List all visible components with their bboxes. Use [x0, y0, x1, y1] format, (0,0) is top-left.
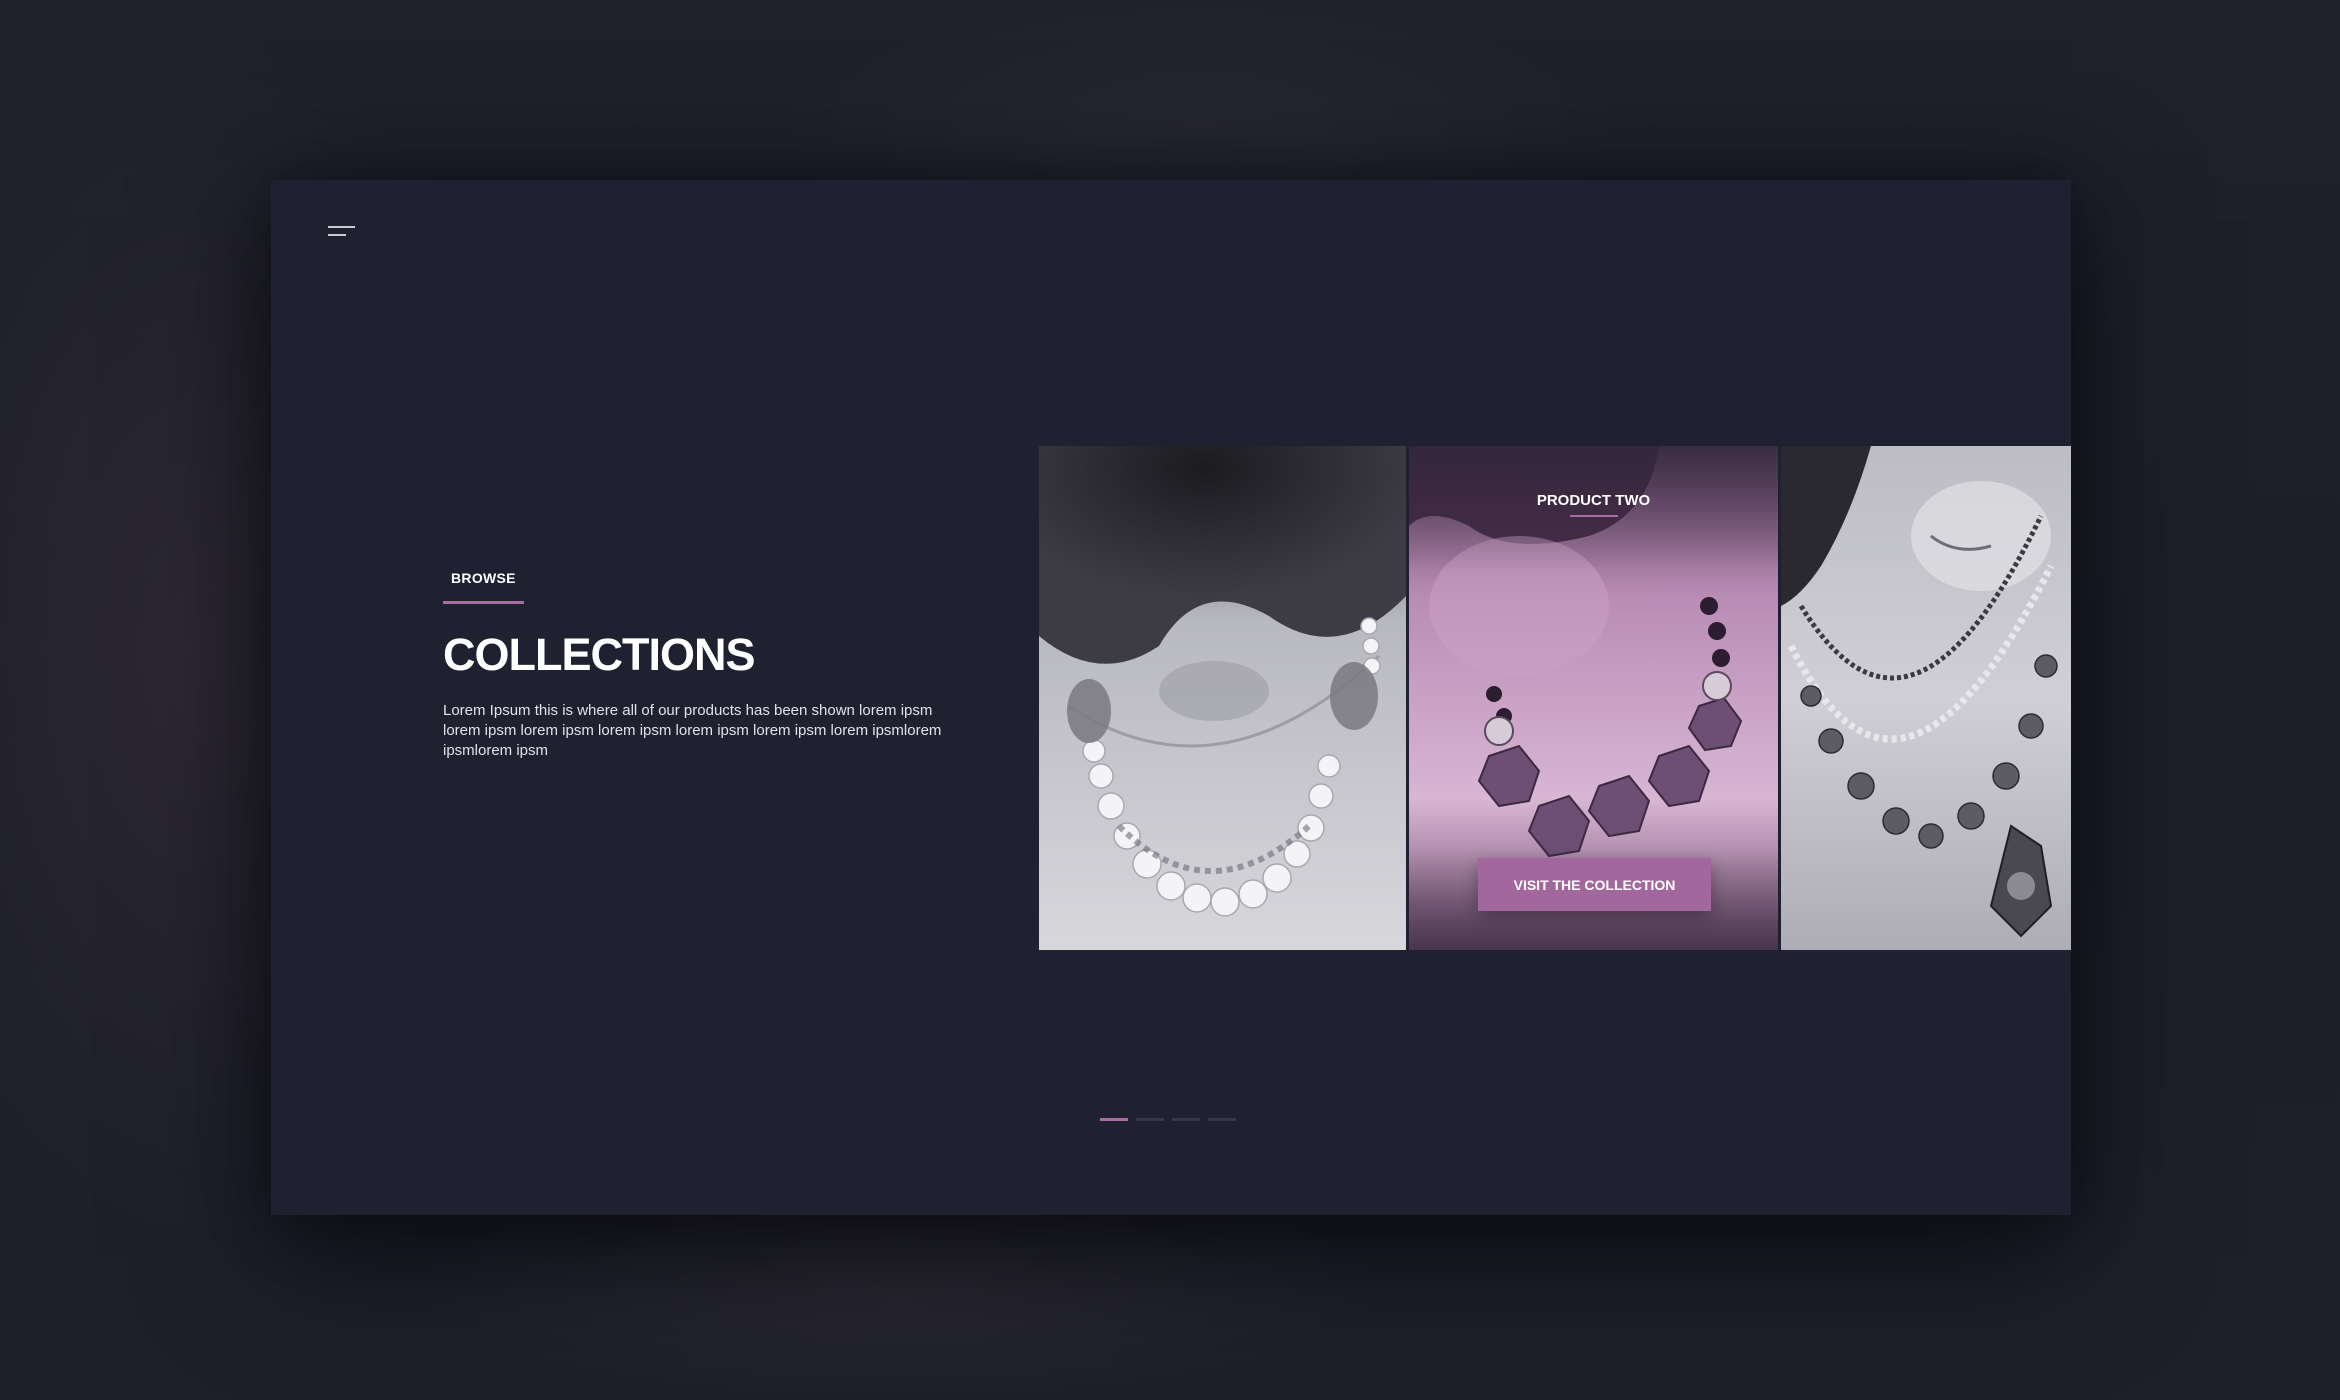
visit-collection-button[interactable]: VISIT THE COLLECTION — [1478, 858, 1711, 911]
browse-label: BROWSE — [443, 570, 524, 604]
main-card: BROWSE COLLECTIONS Lorem Ipsum this is w… — [271, 180, 2071, 1215]
product-three-image[interactable] — [1781, 446, 2071, 950]
hamburger-menu-icon[interactable] — [328, 223, 356, 241]
hero-description: Lorem Ipsum this is where all of our pro… — [443, 702, 942, 759]
pager-dot-3[interactable] — [1172, 1118, 1200, 1121]
slide-pager — [1100, 1118, 1236, 1121]
pager-dot-2[interactable] — [1136, 1118, 1164, 1121]
product-two-card[interactable]: PRODUCT TWO VISIT THE COLLECTION — [1409, 446, 1778, 950]
page-title: COLLECTIONS — [443, 629, 756, 680]
product-one-image[interactable] — [1039, 446, 1406, 950]
hero-section: BROWSE COLLECTIONS Lorem Ipsum this is w… — [443, 570, 963, 761]
necklace-white-beads-image — [1039, 446, 1406, 950]
necklace-layered-beads-image — [1781, 446, 2071, 950]
pager-dot-4[interactable] — [1208, 1118, 1236, 1121]
product-gallery: PRODUCT TWO VISIT THE COLLECTION — [1039, 446, 2071, 950]
pager-dot-1[interactable] — [1100, 1118, 1128, 1121]
product-two-label: PRODUCT TWO — [1409, 492, 1778, 517]
